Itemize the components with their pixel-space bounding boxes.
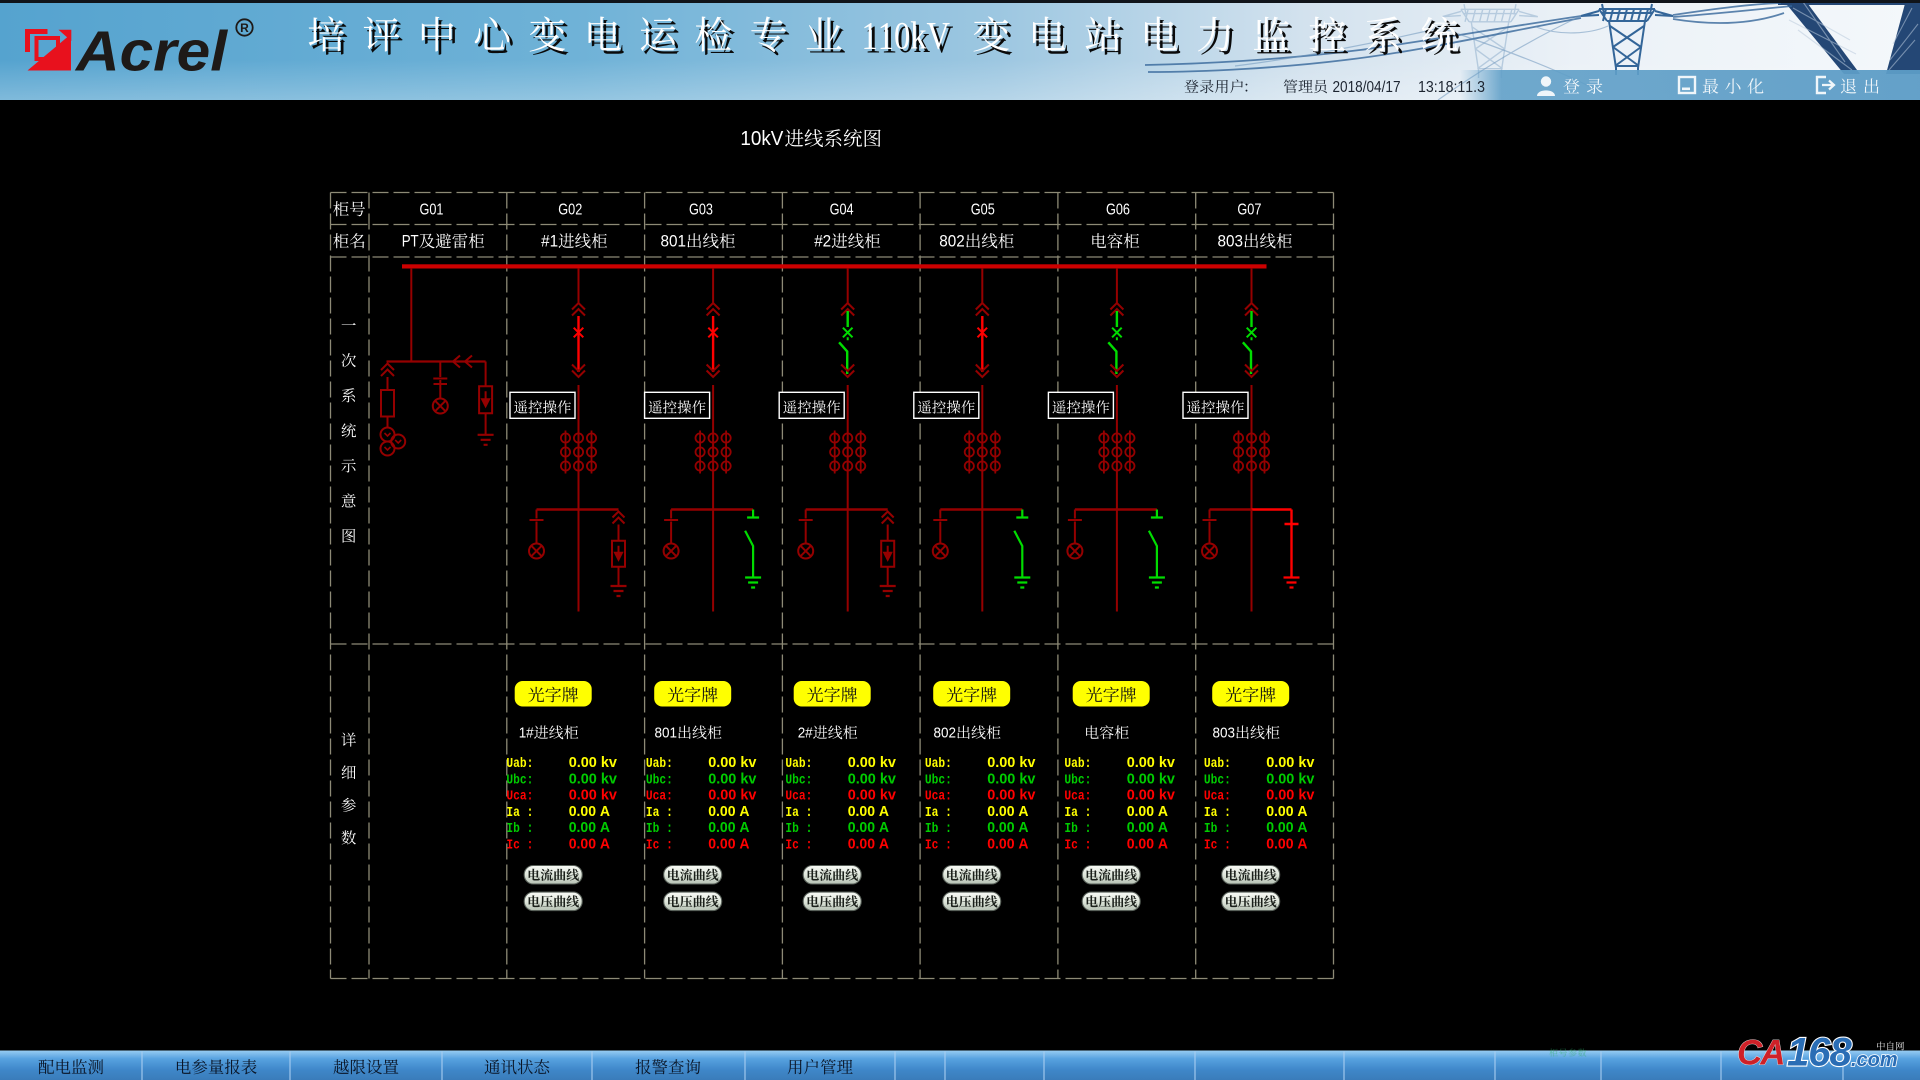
svg-text:Uab:: Uab: — [506, 756, 533, 772]
svg-text:Uab:: Uab: — [785, 756, 812, 772]
svg-text:Ia :: Ia : — [1064, 805, 1091, 821]
svg-text:0.00 A: 0.00 A — [708, 837, 750, 853]
svg-text:0.00 kv: 0.00 kv — [708, 755, 756, 771]
svg-text:PT: PT — [402, 232, 419, 251]
svg-text:0.00 A: 0.00 A — [1127, 837, 1169, 853]
svg-text:0.00 kv: 0.00 kv — [1127, 755, 1175, 771]
svg-text:Uca:: Uca: — [646, 789, 673, 805]
svg-text:Ia :: Ia : — [925, 805, 952, 821]
svg-text:0.00 A: 0.00 A — [569, 820, 611, 836]
svg-text:Uca:: Uca: — [1064, 789, 1091, 805]
svg-text:Ubc:: Ubc: — [1204, 772, 1231, 788]
svg-text:Uca:: Uca: — [925, 789, 952, 805]
svg-text:Ubc:: Ubc: — [506, 772, 533, 788]
svg-text:0.00 A: 0.00 A — [987, 820, 1029, 836]
svg-text:802: 802 — [934, 725, 957, 742]
svg-text:0.00 A: 0.00 A — [708, 820, 750, 836]
svg-text:0.00 kv: 0.00 kv — [848, 788, 896, 804]
svg-text:G03: G03 — [689, 202, 713, 219]
svg-text:13:18:11.3: 13:18:11.3 — [1418, 79, 1485, 96]
svg-text:Ib :: Ib : — [1204, 821, 1231, 837]
svg-text:Ic :: Ic : — [506, 838, 533, 854]
svg-text:0.00 A: 0.00 A — [1127, 820, 1169, 836]
svg-text:Ib :: Ib : — [925, 821, 952, 837]
svg-text:0.00 A: 0.00 A — [569, 804, 611, 820]
svg-text:0.00 A: 0.00 A — [1266, 820, 1308, 836]
svg-text:Ic :: Ic : — [785, 838, 812, 854]
svg-text:0.00 kv: 0.00 kv — [569, 771, 617, 787]
svg-text:803: 803 — [1213, 725, 1236, 742]
svg-text:Uab:: Uab: — [646, 756, 673, 772]
svg-text:801: 801 — [661, 232, 687, 251]
svg-text:0.00 kv: 0.00 kv — [1266, 755, 1314, 771]
svg-text:G07: G07 — [1237, 202, 1261, 219]
svg-text:0.00 A: 0.00 A — [1266, 837, 1308, 853]
svg-text:G04: G04 — [830, 202, 854, 219]
svg-text:2018/04/17: 2018/04/17 — [1333, 79, 1401, 96]
svg-text:#2: #2 — [814, 232, 831, 251]
svg-text:2#: 2# — [798, 725, 814, 742]
svg-text:#1: #1 — [541, 232, 558, 251]
svg-text:Uca:: Uca: — [506, 789, 533, 805]
svg-text:Ubc:: Ubc: — [925, 772, 952, 788]
svg-text:0.00 A: 0.00 A — [708, 804, 750, 820]
svg-text:803: 803 — [1218, 232, 1244, 251]
svg-text:Ic :: Ic : — [646, 838, 673, 854]
svg-text:G06: G06 — [1106, 202, 1130, 219]
svg-text:0.00 kv: 0.00 kv — [569, 755, 617, 771]
svg-text:Uab:: Uab: — [925, 756, 952, 772]
svg-text:G05: G05 — [971, 202, 995, 219]
svg-text:0.00 kv: 0.00 kv — [848, 771, 896, 787]
svg-text:0.00 A: 0.00 A — [1127, 804, 1169, 820]
svg-text:0.00 kv: 0.00 kv — [1127, 771, 1175, 787]
svg-text:Ia :: Ia : — [1204, 805, 1231, 821]
svg-text:0.00 kv: 0.00 kv — [708, 771, 756, 787]
svg-text:G01: G01 — [420, 202, 444, 219]
svg-text:0.00 A: 0.00 A — [848, 804, 890, 820]
svg-text:168: 168 — [1787, 1031, 1852, 1075]
svg-text:0.00 kv: 0.00 kv — [987, 788, 1035, 804]
svg-text:.com: .com — [1851, 1049, 1898, 1071]
svg-text:Ubc:: Ubc: — [785, 772, 812, 788]
svg-text:Ib :: Ib : — [646, 821, 673, 837]
svg-text:Ib :: Ib : — [506, 821, 533, 837]
svg-text:0.00 kv: 0.00 kv — [987, 755, 1035, 771]
svg-text:Ic :: Ic : — [1204, 838, 1231, 854]
svg-text:0.00 kv: 0.00 kv — [848, 755, 896, 771]
svg-text:Ic :: Ic : — [925, 838, 952, 854]
svg-text:Ia :: Ia : — [785, 805, 812, 821]
svg-text:Uab:: Uab: — [1064, 756, 1091, 772]
svg-text:0.00 kv: 0.00 kv — [708, 788, 756, 804]
svg-text:110kV: 110kV — [862, 15, 951, 58]
svg-text:0.00 kv: 0.00 kv — [1127, 788, 1175, 804]
svg-text:CA: CA — [1737, 1034, 1784, 1073]
svg-text:802: 802 — [939, 232, 965, 251]
svg-text:0.00 A: 0.00 A — [848, 820, 890, 836]
svg-text:Uca:: Uca: — [1204, 789, 1231, 805]
svg-text:Uab:: Uab: — [1204, 756, 1231, 772]
svg-text:0.00 A: 0.00 A — [1266, 804, 1308, 820]
svg-text:0.00 A: 0.00 A — [848, 837, 890, 853]
svg-text:10kV: 10kV — [740, 128, 784, 150]
svg-text:0.00 kv: 0.00 kv — [987, 771, 1035, 787]
svg-text:Uca:: Uca: — [785, 789, 812, 805]
svg-text:Acrel: Acrel — [74, 20, 228, 84]
svg-text:Ubc:: Ubc: — [1064, 772, 1091, 788]
svg-text:Ia :: Ia : — [506, 805, 533, 821]
svg-text:Ib :: Ib : — [1064, 821, 1091, 837]
svg-text:0.00 kv: 0.00 kv — [1266, 771, 1314, 787]
svg-text:801: 801 — [655, 725, 678, 742]
svg-text:0.00 kv: 0.00 kv — [1266, 788, 1314, 804]
svg-text:0.00 A: 0.00 A — [987, 804, 1029, 820]
svg-text:Ubc:: Ubc: — [646, 772, 673, 788]
svg-text:0.00 A: 0.00 A — [987, 837, 1029, 853]
svg-text:G02: G02 — [558, 202, 582, 219]
svg-text:Ib :: Ib : — [785, 821, 812, 837]
svg-text:0.00 A: 0.00 A — [569, 837, 611, 853]
svg-text:R: R — [240, 21, 249, 35]
svg-text:Ia :: Ia : — [646, 805, 673, 821]
svg-text:1#: 1# — [519, 725, 535, 742]
svg-text:Ic :: Ic : — [1064, 838, 1091, 854]
svg-text:0.00 kv: 0.00 kv — [569, 788, 617, 804]
